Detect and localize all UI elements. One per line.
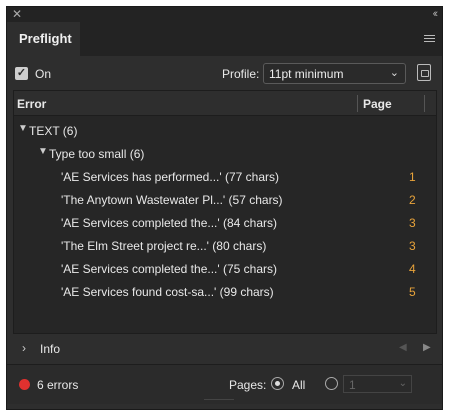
- page-link[interactable]: 1: [409, 170, 416, 184]
- resize-grip[interactable]: [204, 399, 234, 404]
- page-link[interactable]: 3: [409, 216, 416, 230]
- page-range-field[interactable]: 1 ⌄: [343, 375, 412, 393]
- table-row[interactable]: 'The Anytown Wastewater Pl...' (57 chars…: [14, 189, 436, 212]
- preflight-panel: ✕ ‹‹ Preflight ✓ On Profile: 11pt minimu…: [6, 6, 443, 410]
- column-divider[interactable]: [357, 95, 358, 112]
- profile-value: 11pt minimum: [269, 67, 344, 81]
- error-status-icon: [19, 379, 30, 390]
- profile-row: ✓ On Profile: 11pt minimum ⌄: [7, 61, 442, 87]
- page-link[interactable]: 2: [409, 193, 416, 207]
- table-row[interactable]: 'AE Services has performed...' (77 chars…: [14, 166, 436, 189]
- chevron-down-icon: ⌄: [398, 378, 407, 389]
- pages-all-label: All: [292, 378, 306, 392]
- error-text: 'The Elm Street project re...' (80 chars…: [61, 239, 267, 253]
- error-text: 'AE Services completed the...' (75 chars…: [61, 262, 278, 276]
- tab-row: Preflight: [7, 22, 442, 56]
- next-icon[interactable]: ▶: [423, 342, 431, 353]
- chevron-down-icon: ⌄: [389, 67, 399, 79]
- info-section[interactable]: › Info ◀ ▶: [7, 338, 442, 360]
- previous-icon[interactable]: ◀: [399, 342, 407, 353]
- pages-label: Pages:: [229, 378, 267, 392]
- page-range-value: 1: [349, 378, 356, 392]
- panel-top-bar: ✕ ‹‹: [7, 7, 442, 22]
- close-icon[interactable]: ✕: [12, 7, 22, 22]
- error-text: 'AE Services completed the...' (84 chars…: [61, 216, 278, 230]
- table-row[interactable]: 'AE Services found cost-sa...' (99 chars…: [14, 281, 436, 304]
- error-list: Error Page ▼ TEXT (6) ▼ Type too small (…: [13, 90, 437, 334]
- error-text: 'AE Services found cost-sa...' (99 chars…: [61, 285, 274, 299]
- status-bar: 6 errors Pages: All 1 ⌄: [7, 364, 442, 404]
- column-header-page[interactable]: Page: [363, 97, 392, 111]
- column-divider[interactable]: [424, 95, 425, 112]
- on-checkbox[interactable]: ✓: [15, 67, 28, 80]
- profile-label: Profile:: [222, 67, 260, 81]
- error-count: 6 errors: [37, 378, 79, 392]
- panel-menu-icon[interactable]: [424, 35, 435, 43]
- error-text: 'AE Services has performed...' (77 chars…: [61, 170, 279, 184]
- tab-preflight[interactable]: Preflight: [7, 22, 80, 56]
- page-link[interactable]: 4: [409, 262, 416, 276]
- subgroup-row[interactable]: ▼ Type too small (6): [14, 143, 436, 166]
- table-row[interactable]: 'AE Services completed the...' (75 chars…: [14, 258, 436, 281]
- subgroup-label: Type too small (6): [49, 147, 145, 161]
- column-header-error[interactable]: Error: [17, 97, 46, 111]
- pages-range-radio[interactable]: [325, 377, 338, 390]
- list-header: Error Page: [14, 91, 436, 116]
- profile-select[interactable]: 11pt minimum ⌄: [263, 63, 406, 84]
- group-row-text[interactable]: ▼ TEXT (6): [14, 120, 436, 143]
- define-profiles-icon[interactable]: [417, 64, 431, 81]
- info-label: Info: [40, 342, 61, 356]
- chevron-down-icon[interactable]: ▼: [18, 123, 28, 134]
- error-text: 'The Anytown Wastewater Pl...' (57 chars…: [61, 193, 283, 207]
- page-link[interactable]: 3: [409, 239, 416, 253]
- chevron-down-icon[interactable]: ▼: [38, 146, 48, 157]
- group-label: TEXT (6): [29, 124, 78, 138]
- table-row[interactable]: 'AE Services completed the...' (84 chars…: [14, 212, 436, 235]
- collapse-icon[interactable]: ‹‹: [433, 7, 439, 22]
- on-label: On: [35, 67, 52, 81]
- page-link[interactable]: 5: [409, 285, 416, 299]
- chevron-right-icon[interactable]: ›: [22, 341, 26, 355]
- pages-all-radio[interactable]: [271, 377, 284, 390]
- table-row[interactable]: 'The Elm Street project re...' (80 chars…: [14, 235, 436, 258]
